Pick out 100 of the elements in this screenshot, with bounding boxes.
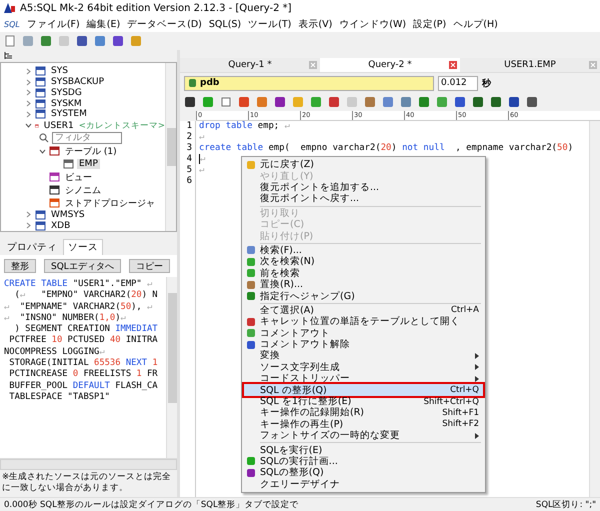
menu-item-icon [246,340,256,350]
menu-item[interactable]: キー操作の再生(P) Shift+F2 [244,418,483,430]
line-break-mark: ↵ [4,312,10,323]
editor-tab[interactable]: Query-1 * [180,58,320,73]
editor-tab[interactable]: USER1.EMP [460,58,600,73]
menu-item[interactable]: 全て選択(A) Ctrl+A [244,304,483,316]
menu-item[interactable]: ツール(T) [248,18,292,30]
line-break-mark: ↵ [284,121,290,132]
tree-item[interactable]: シノニム [63,184,103,197]
menu-item[interactable]: ウインドウ(W) [339,18,406,30]
menu-item[interactable]: 置換(R)... [244,278,483,290]
menu-item[interactable]: キー操作の記録開始(R) Shift+F1 [244,407,483,419]
tree-item[interactable]: USER1 [42,120,76,131]
code-token: 40 [110,335,121,346]
tree-item[interactable]: ストアドプロシージャ [63,196,157,210]
menu-item[interactable]: コードストリッパー [244,373,483,384]
tree-view-icon[interactable] [4,52,13,60]
line-break-mark: ↵ [20,290,26,300]
menu-item[interactable]: SQL(S) [208,18,242,30]
tree-item[interactable]: SYSBACKUP [49,77,106,88]
page-icon[interactable] [4,35,16,47]
filter-field[interactable]: フィルタ [52,132,122,144]
line-number: 4 [186,154,192,165]
menu-item[interactable]: フォントサイズの一時的な変更 [244,430,483,442]
code-token: create table [199,143,264,154]
line-break-mark: ↵ [200,154,206,165]
current-schema-note: <カレントスキーマ> [78,120,165,132]
menu-item[interactable]: SQLの実行計画... [244,456,483,468]
close-icon[interactable] [449,61,457,69]
line-break-mark: ↵ [99,346,105,357]
connection-field[interactable]: pdb [184,76,434,90]
tree-item[interactable]: EMP [77,159,100,170]
tree-item[interactable]: WMSYS [49,210,87,220]
text-cursor [199,154,200,164]
menu-item[interactable]: SQL を1行に整形(E) Shift+Ctrl+Q [244,396,483,408]
code-token: "INSNO" NUMBER( [18,312,100,323]
code-token: 65536 [94,358,121,368]
tree-item[interactable]: XDB [49,220,72,231]
menu-item[interactable]: コメントアウト解除 [244,338,483,350]
menu-item[interactable]: 復元ポイントを追加する... [244,182,483,194]
time-unit: 秒 [482,78,491,90]
menu-item[interactable]: ヘルプ(H) [453,18,498,30]
checkbox-icon[interactable] [220,96,232,108]
tree-item[interactable]: ビュー [63,170,94,184]
menu-item[interactable]: ファイル(F) [26,18,80,30]
menu-item[interactable]: ソース文字列生成 [244,362,483,374]
code-token: INITRA [124,335,158,346]
menu-item[interactable]: 編集(E) [86,18,120,30]
menu-item[interactable]: 復元ポイントへ戻す... [244,193,483,205]
menu-item-icon [246,160,256,170]
code-token: DEFAULT [72,380,110,391]
code-token: ) N [142,290,158,300]
close-icon[interactable] [589,61,597,69]
code-token: FLASH_CA [114,380,158,391]
menu-item[interactable]: データベース(D) [127,18,202,30]
code-token: ) SEGMENT CREATION [14,324,111,334]
window-title: A5:SQL Mk-2 64bit edition Version 2.12.3 - [Query-2 *] [20,2,292,14]
menu-item-icon [246,256,256,267]
menu-item[interactable]: SQL の整形(Q) Ctrl+Q [244,384,483,396]
code-token: ) [391,143,398,154]
tree-item[interactable]: SYSDG [49,88,84,98]
code-token: NEXT [124,358,148,368]
panel-button[interactable]: コピー [128,259,170,273]
code-token: "EMPNO" VARCHAR2( [40,290,132,300]
menu-item[interactable]: 元に戻す(Z) [244,159,483,170]
scrollbar[interactable] [589,121,600,497]
editor-tab[interactable]: Query-2 * [320,58,460,73]
code-token: emp( empno varchar2( [267,143,381,154]
menu-item[interactable]: SQLを実行(E) [244,444,483,456]
scrollbar[interactable] [165,63,176,231]
code-token: PCTINCREASE [8,369,69,380]
menu-item[interactable]: SQLの整形(Q) [244,467,483,479]
panel-button[interactable]: 整形 [4,259,36,273]
line-number: 1 [186,121,192,132]
tree-item[interactable]: SYS [49,66,70,76]
menu-item[interactable]: コメントアウト [244,327,483,339]
code-token: PCTUSED [66,335,106,346]
code-token: 20 [380,143,392,154]
menu-item[interactable]: 前を検索 [244,268,483,279]
menu-item[interactable]: 次を検索(N) [244,256,483,268]
scrollbar[interactable] [166,277,177,458]
menu-item[interactable]: 変換 [244,350,483,362]
menu-item[interactable]: キャレット位置の単語をテーブルとして開く [244,316,483,328]
close-icon[interactable] [309,61,317,69]
tree-item[interactable]: テーブル (1) [63,144,119,158]
menu-item[interactable]: クエリーデザイナ [244,478,483,490]
code-token: 20 [131,290,142,300]
code-token: emp; [256,121,280,132]
panel-button[interactable]: SQLエディタへ [44,259,121,273]
chevron-icon[interactable] [39,148,46,155]
code-token: CREATE TABLE [4,279,68,289]
tree-item[interactable]: SYSKM [49,98,84,109]
menu-item[interactable]: 検索(F)... [244,244,483,256]
tree-item[interactable]: SYSTEM [49,109,89,120]
menu-item[interactable]: 設定(P) [413,18,446,30]
line-break-mark: ↵ [147,279,152,289]
panel-tab[interactable]: ソース [63,239,103,255]
horizontal-scrollbar[interactable] [0,459,177,470]
menu-item[interactable]: 表示(V) [298,18,332,30]
menu-item[interactable]: 指定行へジャンプ(G) [244,290,483,302]
